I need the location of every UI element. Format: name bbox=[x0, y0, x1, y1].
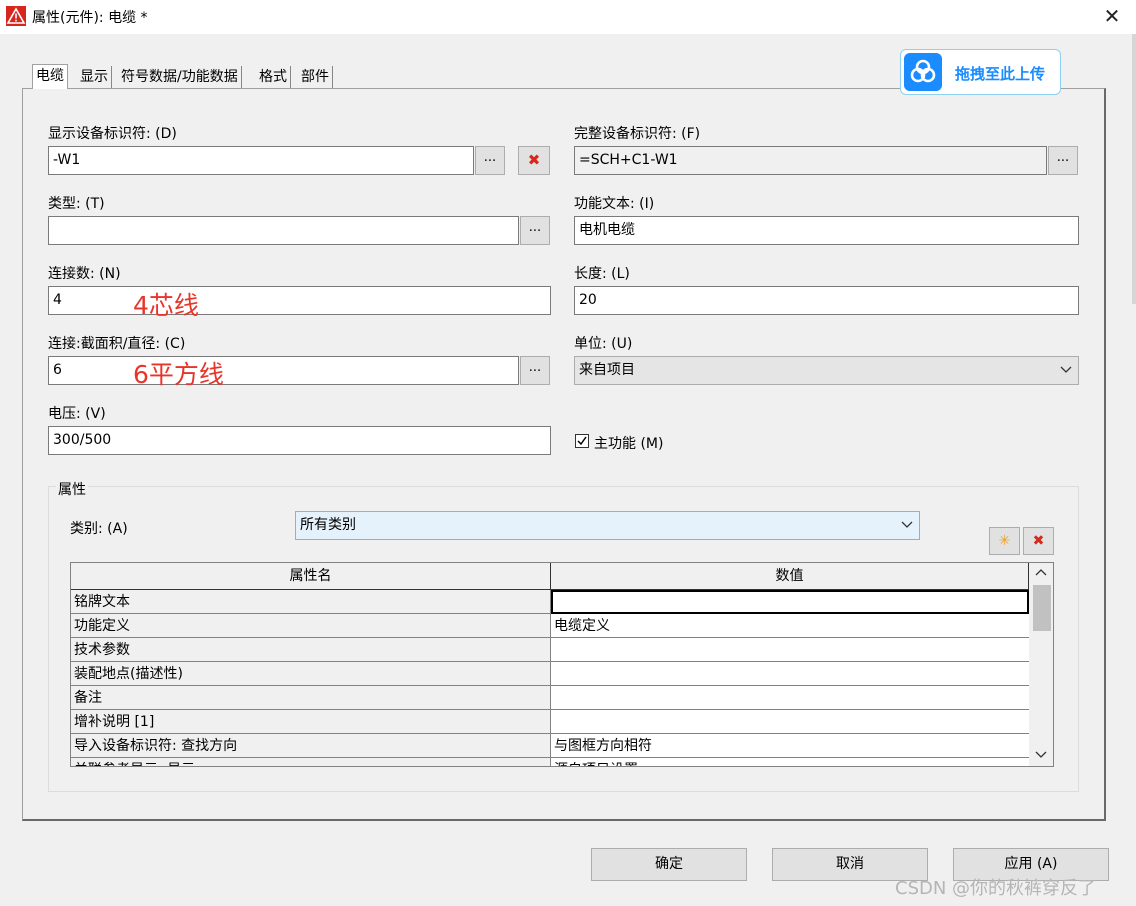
voltage-label: 电压: (V) bbox=[48, 406, 106, 422]
full-id-browse-button[interactable]: ... bbox=[1048, 146, 1078, 175]
title-bar bbox=[0, 0, 1136, 34]
unit-label: 单位: (U) bbox=[574, 336, 633, 352]
property-name: 功能定义 bbox=[71, 614, 551, 638]
chevron-down-icon bbox=[1060, 366, 1072, 373]
property-name: 装配地点(描述性) bbox=[71, 662, 551, 686]
checkmark-icon bbox=[577, 436, 587, 446]
property-name: 备注 bbox=[71, 686, 551, 710]
properties-group-title: 属性 bbox=[56, 479, 88, 499]
table-row[interactable]: 功能定义 电缆定义 bbox=[71, 614, 1029, 638]
property-value[interactable] bbox=[551, 686, 1029, 710]
scrollbar-thumb[interactable] bbox=[1033, 585, 1051, 631]
property-name: 导入设备标识符: 查找方向 bbox=[71, 734, 551, 758]
connection-count-label: 连接数: (N) bbox=[48, 266, 121, 282]
table-row[interactable]: 增补说明 [1] bbox=[71, 710, 1029, 734]
display-id-clear-button[interactable]: ✖ bbox=[518, 146, 550, 175]
property-value[interactable] bbox=[551, 662, 1029, 686]
tab-display[interactable]: 显示 bbox=[77, 66, 112, 88]
properties-table: 属性名 数值 铭牌文本 功能定义 电缆定义 技术参数 装配地点(描述性) 备注 … bbox=[70, 562, 1054, 767]
type-browse-button[interactable]: ... bbox=[520, 216, 550, 245]
display-id-field[interactable]: -W1 bbox=[48, 146, 474, 175]
table-row[interactable]: 装配地点(描述性) bbox=[71, 662, 1029, 686]
upload-badge-label: 拖拽至此上传 bbox=[955, 65, 1046, 83]
property-value[interactable]: 电缆定义 bbox=[551, 614, 1029, 638]
table-row[interactable]: 关联参考显示: 显示 源自项目设置 bbox=[71, 758, 1029, 766]
new-property-button[interactable]: ✳ bbox=[989, 527, 1020, 555]
chevron-down-icon[interactable] bbox=[1035, 751, 1047, 759]
tab-cable[interactable]: 电缆 bbox=[32, 64, 68, 89]
property-name: 铭牌文本 bbox=[71, 590, 551, 614]
delete-property-button[interactable]: ✖ bbox=[1023, 527, 1054, 555]
function-text-label: 功能文本: (I) bbox=[574, 196, 655, 212]
property-name: 增补说明 [1] bbox=[71, 710, 551, 734]
display-id-label: 显示设备标识符: (D) bbox=[48, 126, 177, 142]
cloud-icon bbox=[904, 53, 942, 91]
property-name: 关联参考显示: 显示 bbox=[71, 758, 551, 766]
category-dropdown-value: 所有类别 bbox=[300, 517, 356, 533]
ok-button[interactable]: 确定 bbox=[591, 848, 747, 881]
full-id-label: 完整设备标识符: (F) bbox=[574, 126, 701, 142]
tab-parts[interactable]: 部件 bbox=[298, 66, 333, 88]
type-label: 类型: (T) bbox=[48, 196, 105, 212]
window-title: 属性(元件): 电缆 * bbox=[32, 10, 148, 26]
table-row[interactable]: 备注 bbox=[71, 686, 1029, 710]
length-field[interactable]: 20 bbox=[574, 286, 1079, 315]
column-header-value[interactable]: 数值 bbox=[551, 563, 1029, 590]
category-label: 类别: (A) bbox=[70, 521, 128, 537]
cross-section-label: 连接:截面积/直径: (C) bbox=[48, 336, 186, 352]
voltage-field[interactable]: 300/500 bbox=[48, 426, 551, 455]
cross-section-annotation: 6平方线 bbox=[133, 360, 224, 389]
close-icon[interactable]: ✕ bbox=[1100, 4, 1124, 28]
table-row[interactable]: 导入设备标识符: 查找方向 与图框方向相符 bbox=[71, 734, 1029, 758]
property-value[interactable] bbox=[551, 638, 1029, 662]
function-text-field[interactable]: 电机电缆 bbox=[574, 216, 1079, 245]
table-row[interactable]: 铭牌文本 bbox=[71, 590, 1029, 614]
cross-section-field[interactable]: 6 bbox=[48, 356, 519, 385]
main-function-label: 主功能 (M) bbox=[594, 436, 664, 452]
property-value[interactable]: 源自项目设置 bbox=[551, 758, 1029, 766]
full-id-field[interactable]: =SCH+C1-W1 bbox=[574, 146, 1047, 175]
category-dropdown[interactable]: 所有类别 bbox=[295, 511, 920, 540]
unit-dropdown-value: 来自项目 bbox=[579, 362, 635, 378]
main-function-checkbox[interactable] bbox=[575, 434, 589, 448]
tab-format[interactable]: 格式 bbox=[256, 66, 291, 88]
background-window-edge bbox=[1132, 34, 1136, 304]
tab-symbol-function-data[interactable]: 符号数据/功能数据 bbox=[118, 66, 242, 88]
display-id-browse-button[interactable]: ... bbox=[475, 146, 505, 175]
property-value[interactable] bbox=[551, 590, 1029, 614]
column-header-name[interactable]: 属性名 bbox=[71, 563, 551, 590]
length-label: 长度: (L) bbox=[574, 266, 630, 282]
chevron-up-icon[interactable] bbox=[1035, 568, 1047, 576]
property-value[interactable] bbox=[551, 710, 1029, 734]
property-name: 技术参数 bbox=[71, 638, 551, 662]
property-value[interactable]: 与图框方向相符 bbox=[551, 734, 1029, 758]
watermark: CSDN @你的秋裤穿反了 bbox=[895, 878, 1097, 899]
cross-section-browse-button[interactable]: ... bbox=[520, 356, 550, 385]
table-row[interactable]: 技术参数 bbox=[71, 638, 1029, 662]
unit-dropdown[interactable]: 来自项目 bbox=[574, 356, 1079, 385]
chevron-down-icon bbox=[901, 521, 913, 528]
type-field[interactable] bbox=[48, 216, 519, 245]
connection-count-field[interactable]: 4 bbox=[48, 286, 551, 315]
connection-count-annotation: 4芯线 bbox=[133, 291, 199, 320]
eplan-warning-icon bbox=[6, 6, 26, 26]
